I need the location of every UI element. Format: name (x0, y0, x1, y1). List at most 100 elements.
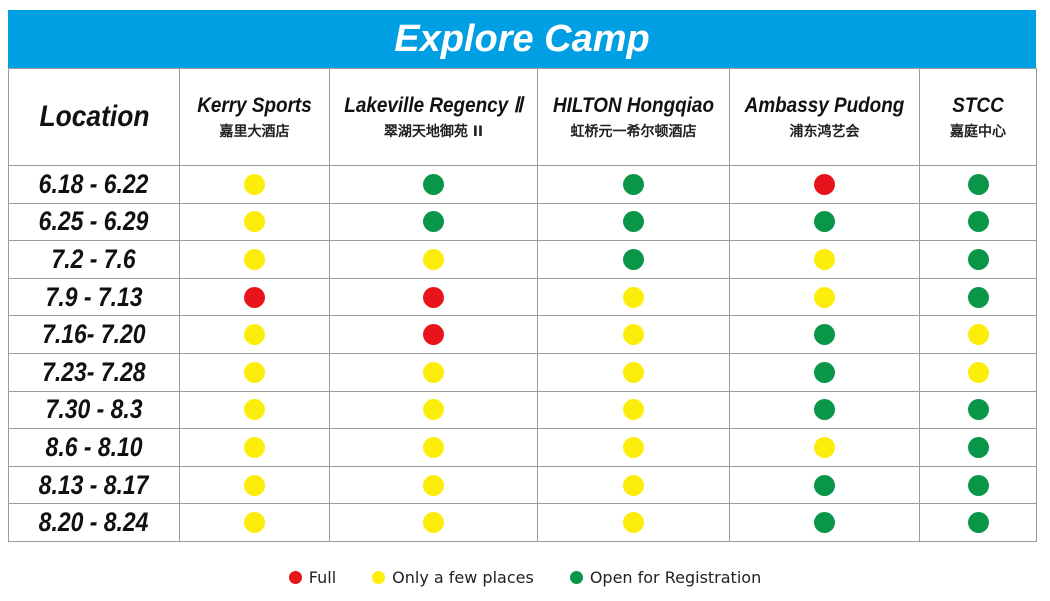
date-range-label: 7.16- 7.20 (42, 319, 146, 350)
status-dot-full (423, 324, 444, 346)
status-dot-few (423, 361, 444, 383)
availability-cell (329, 390, 538, 430)
availability-cell (179, 315, 330, 354)
availability-cell (537, 277, 730, 317)
availability-cell (537, 352, 730, 392)
legend-label: Open for Registration (589, 568, 762, 587)
availability-cell (329, 465, 538, 505)
table-row: 8.6 - 8.10 (8, 428, 1037, 467)
availability-cell (179, 503, 330, 542)
venue-header: Kerry Sports 嘉里大酒店 (179, 68, 330, 166)
status-dot-few (967, 361, 989, 383)
page-title-bar: Explore Camp (8, 10, 1036, 68)
status-dot-few (244, 361, 265, 383)
availability-cell (329, 503, 538, 542)
date-range-label: 7.9 - 7.13 (45, 281, 143, 312)
venue-header: HILTON Hongqiao 虹桥元一希尔顿酒店 (537, 68, 730, 166)
venue-name-cn: 浦东鸿艺会 (789, 123, 860, 140)
date-range-cell: 7.30 - 8.3 (8, 390, 180, 430)
availability-cell (329, 277, 538, 317)
availability-cell (919, 202, 1037, 242)
status-dot-few (623, 286, 644, 308)
status-dot-full (814, 173, 835, 195)
status-dot-open (423, 211, 444, 233)
date-range-cell: 6.25 - 6.29 (8, 202, 180, 242)
date-range-label: 8.6 - 8.10 (45, 431, 143, 462)
status-dot-open (814, 361, 835, 383)
status-dot-full (423, 286, 444, 308)
availability-cell (919, 315, 1037, 354)
location-header-label: Location (39, 100, 149, 133)
venue-name-en: Lakeville Regency Ⅱ (344, 94, 523, 117)
date-range-label: 8.13 - 8.17 (39, 469, 149, 500)
availability-cell (537, 390, 730, 430)
status-dot-few (244, 248, 265, 270)
availability-cell (919, 390, 1037, 430)
table-row: 7.30 - 8.3 (8, 390, 1037, 430)
status-dot-open (423, 173, 444, 195)
status-dot-few (244, 512, 265, 534)
availability-cell (179, 352, 330, 392)
status-dot-open (814, 512, 835, 534)
camp-availability-table: Location Kerry Sports 嘉里大酒店 Lakeville Re… (8, 68, 1037, 542)
date-range-label: 7.23- 7.28 (42, 356, 146, 387)
status-dot-open (814, 324, 835, 346)
date-range-cell: 8.13 - 8.17 (8, 465, 180, 505)
status-dot-open (814, 474, 835, 496)
availability-cell (919, 352, 1037, 392)
legend-label: Only a few places (392, 568, 534, 587)
availability-cell (729, 240, 920, 279)
table-row: 8.13 - 8.17 (8, 465, 1037, 505)
availability-cell (179, 165, 330, 204)
venue-header: Lakeville Regency Ⅱ 翠湖天地御苑 II (329, 68, 538, 166)
table-body: 6.18 - 6.22 6.25 - 6.29 7.2 - 7.6 7.9 - 7.1… (8, 165, 1037, 542)
status-dot-open (623, 211, 644, 233)
page-title: Explore Camp (394, 17, 650, 60)
availability-cell (729, 465, 920, 505)
date-range-label: 7.2 - 7.6 (51, 243, 137, 274)
availability-cell (537, 503, 730, 542)
status-dot-full (244, 286, 265, 308)
status-dot-open (967, 512, 989, 534)
status-dot-open (967, 436, 989, 458)
availability-cell (537, 465, 730, 505)
availability-cell (537, 240, 730, 279)
status-dot-few (423, 512, 444, 534)
availability-cell (919, 503, 1037, 542)
status-dot-few (623, 399, 644, 421)
status-dot-few (814, 286, 835, 308)
table-row: 8.20 - 8.24 (8, 503, 1037, 542)
availability-cell (919, 428, 1037, 467)
availability-cell (329, 315, 538, 354)
availability-cell (919, 240, 1037, 279)
legend-dot-few (372, 571, 386, 584)
availability-cell (537, 315, 730, 354)
legend-label: Full (308, 568, 337, 587)
status-dot-few (623, 512, 644, 534)
status-dot-few (423, 248, 444, 270)
availability-cell (537, 428, 730, 467)
date-range-label: 6.18 - 6.22 (39, 168, 149, 199)
status-dot-open (967, 211, 989, 233)
status-dot-few (423, 399, 444, 421)
availability-cell (179, 428, 330, 467)
status-dot-open (814, 211, 835, 233)
location-header: Location (8, 68, 180, 166)
status-dot-few (623, 361, 644, 383)
status-dot-few (814, 436, 835, 458)
venue-name-cn: 嘉庭中心 (950, 123, 1006, 140)
status-dot-open (967, 173, 989, 195)
date-range-cell: 7.2 - 7.6 (8, 240, 180, 279)
availability-cell (537, 202, 730, 242)
venue-name-en: HILTON Hongqiao (553, 93, 714, 117)
date-range-cell: 7.9 - 7.13 (8, 277, 180, 317)
table-row: 7.9 - 7.13 (8, 277, 1037, 317)
date-range-cell: 7.16- 7.20 (8, 315, 180, 354)
table-row: 7.16- 7.20 (8, 315, 1037, 354)
availability-cell (729, 503, 920, 542)
availability-cell (919, 277, 1037, 317)
status-dot-few (967, 324, 989, 346)
availability-cell (329, 240, 538, 279)
status-dot-few (244, 399, 265, 421)
availability-cell (179, 240, 330, 279)
